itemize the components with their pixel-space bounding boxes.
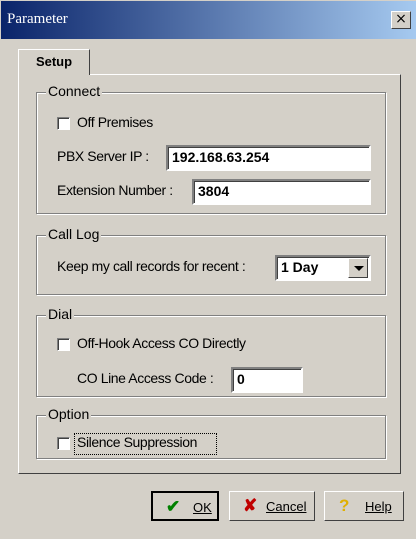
off-hook-label[interactable]: Off-Hook Access CO Directly [77, 335, 246, 351]
cancel-button-label: Cancel [266, 499, 307, 514]
off-hook-checkbox[interactable] [57, 338, 70, 351]
connect-legend: Connect [46, 83, 103, 99]
keep-call-records-label: Keep my call records for recent : [57, 258, 246, 274]
ok-button[interactable]: ✔ OK [151, 491, 219, 521]
option-legend: Option [46, 406, 92, 422]
co-line-access-code-label: CO Line Access Code : [77, 370, 214, 386]
cancel-button[interactable]: ✘ Cancel [229, 491, 315, 521]
tab-panel-setup: Connect Off Premises PBX Server IP : 192… [18, 74, 401, 474]
call-log-group: Call Log Keep my call records for recent… [36, 226, 386, 295]
pbx-server-ip-input[interactable]: 192.168.63.254 [166, 145, 371, 171]
close-button[interactable]: × [391, 11, 411, 29]
ok-button-label: OK [193, 500, 212, 515]
dial-group: Dial Off-Hook Access CO Directly CO Line… [36, 306, 386, 397]
connect-group: Connect Off Premises PBX Server IP : 192… [36, 83, 386, 214]
dial-legend: Dial [46, 306, 75, 322]
title-bar[interactable]: Parameter × [1, 1, 416, 39]
pbx-server-ip-label: PBX Server IP : [57, 148, 149, 164]
help-button[interactable]: ? Help [324, 491, 404, 521]
close-icon: × [395, 11, 407, 27]
silence-suppression-label[interactable]: Silence Suppression [77, 434, 197, 450]
window-title: Parameter [7, 11, 68, 27]
check-icon: ✔ [166, 497, 181, 516]
call-log-legend: Call Log [46, 226, 102, 242]
parameter-dialog: Parameter × Setup Connect Off Premises P… [0, 0, 416, 539]
help-button-label: Help [365, 499, 392, 514]
co-line-access-code-input[interactable]: 0 [231, 367, 303, 393]
keep-call-records-value: 1 Day [281, 259, 319, 275]
silence-suppression-checkbox[interactable] [57, 437, 70, 450]
off-premises-checkbox[interactable] [57, 117, 70, 130]
tab-setup[interactable]: Setup [18, 49, 90, 75]
option-group: Option Silence Suppression [36, 406, 386, 459]
off-premises-label[interactable]: Off Premises [77, 114, 153, 130]
question-icon: ? [339, 496, 350, 515]
keep-call-records-select[interactable]: 1 Day [275, 255, 371, 281]
chevron-down-icon[interactable] [348, 258, 368, 278]
x-icon: ✘ [243, 496, 258, 515]
extension-number-label: Extension Number : [57, 182, 173, 198]
extension-number-input[interactable]: 3804 [192, 179, 371, 205]
